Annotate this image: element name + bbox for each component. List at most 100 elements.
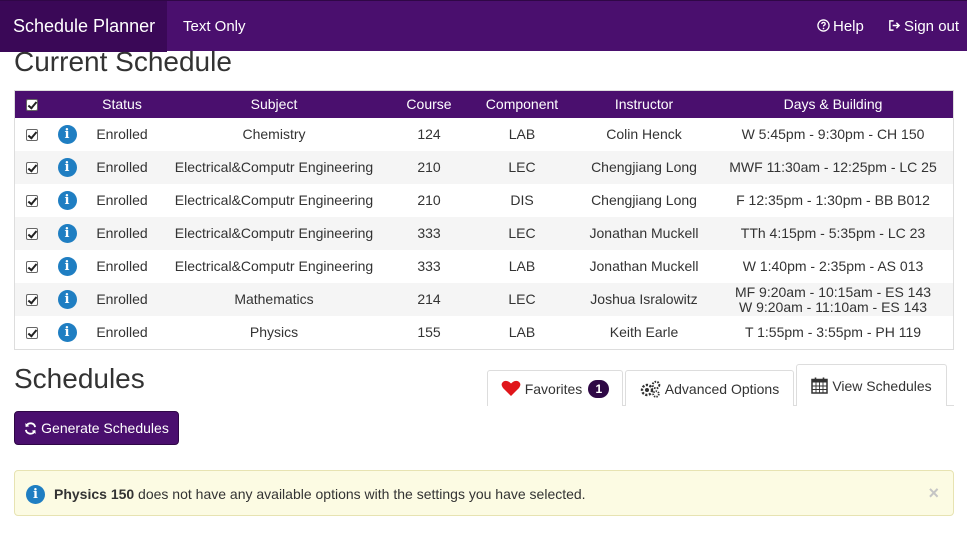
- status-cell: Enrolled: [96, 126, 148, 142]
- subject-cell: Electrical&Computr Engineering: [174, 258, 374, 274]
- status-cell: Enrolled: [96, 291, 148, 307]
- table-row: i Enrolled Electrical&Computr Engineering 3…: [15, 250, 953, 283]
- sign-out-icon: [889, 20, 901, 31]
- component-cell: LEC: [508, 291, 536, 307]
- row-checkbox[interactable]: [26, 128, 38, 141]
- help-label: Help: [833, 18, 864, 35]
- info-alert: i Physics 150 does not have any availabl…: [14, 470, 954, 516]
- column-header-instructor[interactable]: Instructor: [575, 91, 713, 118]
- row-info-cell: i: [49, 250, 85, 283]
- row-info-cell: i: [49, 151, 85, 184]
- row-info-cell: i: [49, 316, 85, 349]
- tab-advanced-options[interactable]: Advanced Options: [625, 370, 794, 406]
- info-circle-icon[interactable]: i: [57, 158, 77, 177]
- favorites-count-badge: 1: [588, 379, 610, 398]
- info-circle-icon: i: [26, 485, 45, 504]
- refresh-icon: [25, 421, 37, 435]
- info-circle-icon[interactable]: i: [57, 224, 77, 243]
- row-checkbox[interactable]: [26, 161, 38, 174]
- column-header-status[interactable]: Status: [85, 91, 159, 118]
- instructor-cell: Jonathan Muckell: [589, 225, 699, 241]
- subject-cell: Electrical&Computr Engineering: [174, 159, 374, 175]
- row-select-cell: [15, 118, 49, 151]
- schedules-title: Schedules: [14, 363, 145, 394]
- component-cell: LEC: [508, 225, 536, 241]
- days-building-cell: F 12:35pm - 1:30pm - BB B012: [713, 184, 953, 217]
- days-building-line: W 1:40pm - 2:35pm - AS 013: [742, 258, 924, 274]
- instructor-cell: Chengjiang Long: [591, 192, 697, 208]
- table-row: i Enrolled Electrical&Computr Engineering 3…: [15, 217, 953, 250]
- subject-cell: Mathematics: [234, 291, 314, 307]
- course-cell: 333: [417, 258, 441, 274]
- sign-out-link[interactable]: Sign out: [888, 1, 959, 52]
- text-only-link[interactable]: Text Only: [183, 1, 246, 52]
- info-circle-icon[interactable]: i: [57, 290, 77, 309]
- tab-favorites-label: Favorites: [524, 380, 583, 397]
- table-header: Status Subject Course Component Instruct…: [15, 91, 953, 118]
- select-all-checkbox[interactable]: [26, 98, 38, 111]
- top-navbar: Schedule Planner Text Only Help Sign out: [0, 0, 967, 52]
- days-building-line: W 5:45pm - 9:30pm - CH 150: [741, 126, 925, 142]
- subject-cell: Chemistry: [242, 126, 306, 142]
- table-row: i Enrolled Chemistry 124 LAB Colin Henck W 5:4…: [15, 118, 953, 151]
- generate-schedules-button[interactable]: Generate Schedules: [14, 411, 179, 445]
- instructor-cell: Colin Henck: [606, 126, 682, 142]
- question-circle-icon: [817, 19, 830, 32]
- row-checkbox[interactable]: [26, 326, 38, 339]
- days-building-line: MF 9:20am - 10:15am - ES 143: [734, 283, 932, 300]
- current-schedule-title: Current Schedule: [14, 46, 232, 77]
- days-building-line: T 1:55pm - 3:55pm - PH 119: [744, 324, 922, 340]
- generate-schedules-label: Generate Schedules: [41, 420, 169, 436]
- days-building-cell: MF 9:20am - 10:15am - ES 143 W 9:20am - 1…: [713, 283, 953, 316]
- instructor-cell: Chengjiang Long: [591, 159, 697, 175]
- row-info-cell: i: [49, 283, 85, 316]
- days-building-cell: W 1:40pm - 2:35pm - AS 013: [713, 250, 953, 283]
- info-circle-icon[interactable]: i: [57, 257, 77, 276]
- info-circle-icon[interactable]: i: [57, 191, 77, 210]
- status-cell: Enrolled: [96, 192, 148, 208]
- info-circle-icon[interactable]: i: [57, 125, 77, 144]
- row-checkbox[interactable]: [26, 293, 38, 306]
- days-building-cell: MWF 11:30am - 12:25pm - LC 25: [713, 151, 953, 184]
- current-schedule-table: Status Subject Course Component Instruct…: [14, 90, 954, 350]
- row-info-cell: i: [49, 118, 85, 151]
- close-alert-button[interactable]: ×: [928, 483, 939, 504]
- component-cell: LAB: [508, 258, 536, 274]
- days-building-cell: W 5:45pm - 9:30pm - CH 150: [713, 118, 953, 151]
- alert-course-name: Physics 150: [54, 486, 135, 502]
- row-checkbox[interactable]: [26, 194, 38, 207]
- course-cell: 210: [417, 192, 441, 208]
- column-header-subject[interactable]: Subject: [159, 91, 389, 118]
- component-cell: LAB: [508, 126, 536, 142]
- tab-view-label: View Schedules: [832, 377, 932, 394]
- days-building-line: W 9:20am - 11:10am - ES 143: [738, 298, 928, 315]
- course-cell: 214: [417, 291, 441, 307]
- heart-icon: [501, 380, 521, 396]
- subject-cell: Electrical&Computr Engineering: [174, 192, 374, 208]
- days-building-cell: TTh 4:15pm - 5:35pm - LC 23: [713, 217, 953, 250]
- calendar-icon: [811, 377, 829, 394]
- tab-view-schedules[interactable]: View Schedules: [796, 364, 947, 406]
- row-checkbox[interactable]: [26, 260, 38, 273]
- row-checkbox[interactable]: [26, 227, 38, 240]
- row-select-cell: [15, 316, 49, 349]
- days-building-line: TTh 4:15pm - 5:35pm - LC 23: [740, 225, 926, 241]
- alert-message-text: does not have any available options with…: [134, 486, 586, 502]
- row-select-cell: [15, 250, 49, 283]
- column-header-component[interactable]: Component: [469, 91, 575, 118]
- brand-link[interactable]: Schedule Planner: [0, 1, 167, 52]
- table-row: i Enrolled Physics 155 LAB Keith Earle T 1:55p…: [15, 316, 953, 349]
- cogs-icon: [640, 380, 661, 398]
- row-select-cell: [15, 217, 49, 250]
- status-cell: Enrolled: [96, 225, 148, 241]
- column-header-days-building[interactable]: Days & Building: [713, 91, 953, 118]
- instructor-cell: Keith Earle: [609, 324, 679, 340]
- days-building-cell: T 1:55pm - 3:55pm - PH 119: [713, 316, 953, 349]
- column-header-course[interactable]: Course: [389, 91, 469, 118]
- help-link[interactable]: Help: [817, 1, 864, 52]
- status-cell: Enrolled: [96, 324, 148, 340]
- info-circle-icon[interactable]: i: [57, 323, 77, 342]
- subject-cell: Electrical&Computr Engineering: [174, 225, 374, 241]
- tab-favorites[interactable]: Favorites 1: [487, 370, 623, 406]
- component-cell: DIS: [510, 192, 534, 208]
